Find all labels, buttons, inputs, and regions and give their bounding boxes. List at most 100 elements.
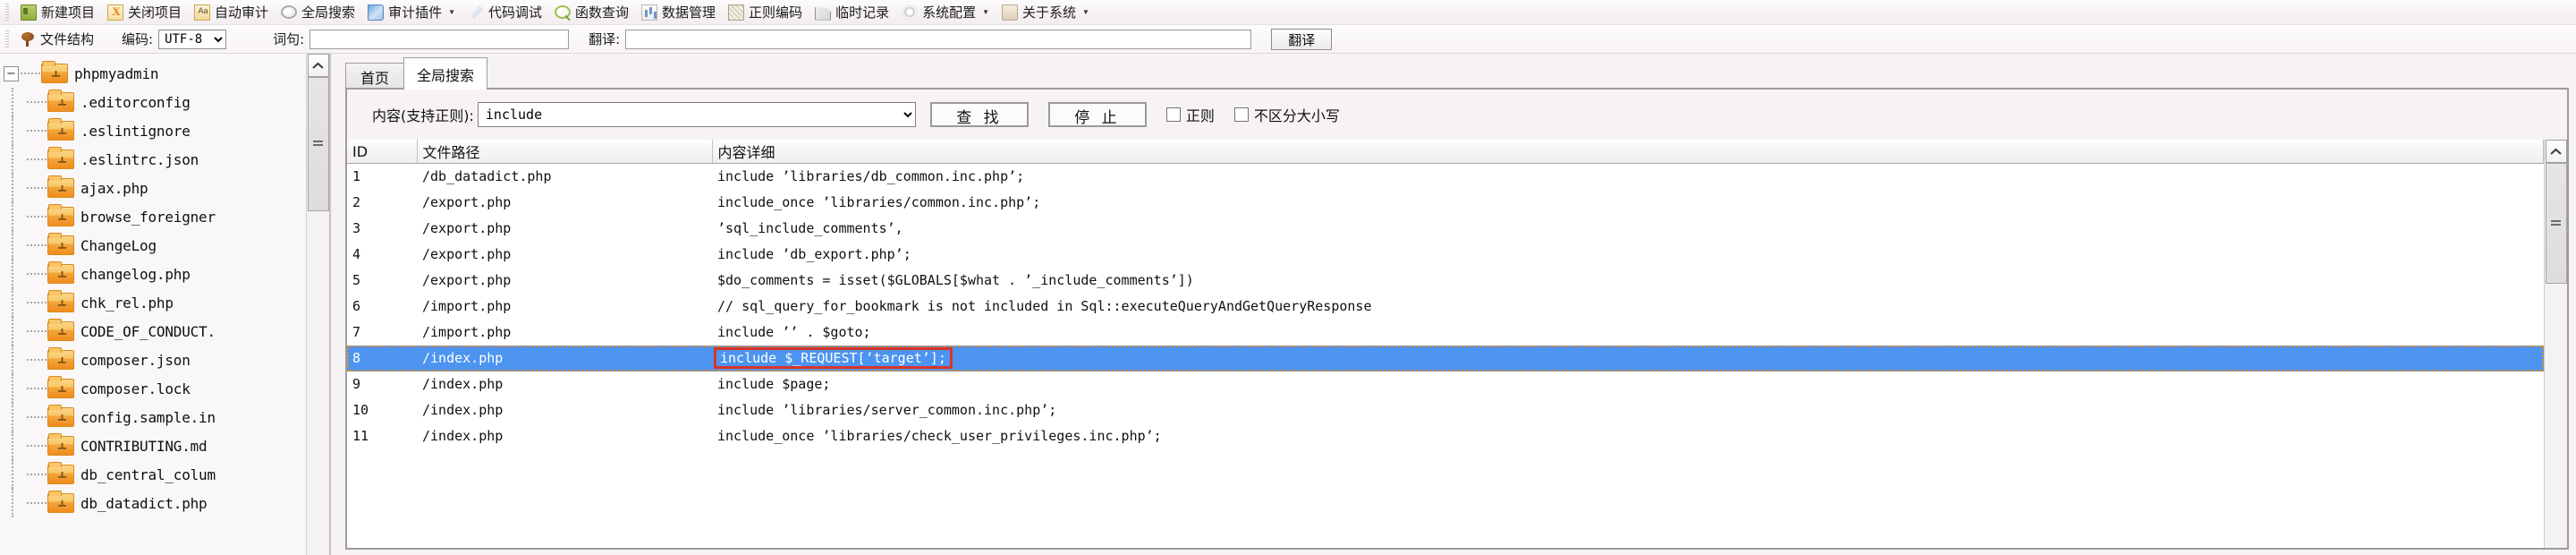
cell-detail: include ’’ . $goto; (717, 324, 871, 340)
table-row[interactable]: 4/export.php include ’db_export.php’; (347, 242, 2544, 268)
file-structure-button[interactable]: 文件结构 (14, 28, 100, 51)
stop-button[interactable]: 停 止 (1047, 102, 1147, 127)
results-scroll-track[interactable] (2545, 284, 2567, 548)
encoding-select[interactable]: UTF-8 (158, 29, 227, 49)
toolbar-item-label: 正则编码 (749, 4, 803, 21)
table-row[interactable]: 6/import.php // sql_query_for_bookmark is… (347, 294, 2544, 320)
column-header-id[interactable]: ID (347, 140, 418, 164)
tree-node[interactable]: composer.lock (4, 374, 306, 403)
tree-node[interactable]: changelog.php (4, 260, 306, 288)
tree-node[interactable]: config.sample.in (4, 403, 306, 431)
results-scroll-up-icon[interactable] (2545, 140, 2567, 163)
toolbar-item-1[interactable]: 新建项目 (14, 1, 101, 24)
tree-icon (21, 31, 35, 47)
toolbar-item-label: 函数查询 (575, 4, 630, 21)
tree-node-label: ChangeLog (80, 236, 157, 254)
tree-node[interactable]: ajax.php (4, 174, 306, 202)
highlight-annotation-box: include $_REQUEST[’target’]; (714, 347, 953, 369)
ignorecase-checkbox[interactable]: 不区分大小写 (1233, 104, 1340, 125)
folder-icon (47, 347, 74, 370)
regex-checkbox[interactable]: 正则 (1165, 104, 1215, 125)
tree-node[interactable]: .eslintrc.json (4, 145, 306, 174)
table-row[interactable]: 2/export.php include_once ’libraries/comm… (347, 190, 2544, 216)
scroll-up-icon[interactable] (307, 54, 329, 77)
folder-icon (47, 233, 74, 255)
table-row[interactable]: 1/db_datadict.php include ’libraries/db_c… (347, 164, 2544, 190)
table-row[interactable]: 5/export.php $do_comments = isset($GLOBAL… (347, 268, 2544, 294)
tree-node-root[interactable]: − phpmyadmin (4, 59, 306, 88)
tree-node-label: db_datadict.php (80, 494, 208, 512)
tree-connector (27, 445, 47, 447)
tree-node-label: .editorconfig (80, 93, 191, 111)
table-row[interactable]: 3/export.php ’sql_include_comments’, (347, 216, 2544, 242)
scroll-thumb-grip-icon (2551, 219, 2561, 227)
table-row[interactable]: 11/index.php include_once ’libraries/chec… (347, 423, 2544, 449)
translate-button[interactable]: 翻译 (1271, 28, 1333, 50)
tree-node[interactable]: .editorconfig (4, 88, 306, 116)
ignorecase-checkbox-box[interactable] (1233, 107, 1249, 122)
file-tree-scroll-track[interactable] (307, 211, 329, 555)
tree-indent (4, 231, 27, 260)
tree-node[interactable]: CONTRIBUTING.md (4, 431, 306, 460)
toolbar-item-4[interactable]: 全局搜索 (275, 1, 361, 24)
scroll-thumb-grip-icon (313, 141, 323, 148)
regex-checkbox-box[interactable] (1165, 107, 1181, 122)
toolbar-item-12[interactable]: 关于系统 ▼ (996, 1, 1096, 24)
tree-node[interactable]: browse_foreigner (4, 202, 306, 231)
tree-node[interactable]: composer.json (4, 346, 306, 374)
toolbar-item-label: 临时记录 (835, 4, 890, 21)
cell-detail: // sql_query_for_bookmark is not include… (717, 298, 1372, 314)
tab-2[interactable]: 全局搜索 (403, 57, 488, 90)
toolbar-item-10[interactable]: 临时记录 (809, 1, 895, 24)
chevron-down-icon[interactable]: ▼ (448, 8, 455, 16)
toolbar-item-2[interactable]: 关闭项目 (101, 1, 188, 24)
tree-node[interactable]: chk_rel.php (4, 288, 306, 317)
column-header-detail[interactable]: 内容详细 (712, 140, 2544, 164)
translate-input[interactable] (625, 29, 1252, 49)
secondary-toolbar-drag-grip[interactable] (5, 30, 9, 48)
file-tree-list: − phpmyadmin .editorconfig .eslintignore .es… (0, 54, 306, 555)
tree-node[interactable]: ChangeLog (4, 231, 306, 260)
tree-node[interactable]: .eslintignore (4, 116, 306, 145)
toolbar-item-7[interactable]: 函数查询 (548, 1, 635, 24)
find-button[interactable]: 查 找 (929, 102, 1029, 127)
toolbar-item-label: 审计插件 (388, 4, 443, 21)
tree-connector (27, 273, 47, 275)
folder-icon (47, 319, 74, 341)
table-row[interactable]: 10/index.php include ’libraries/server_co… (347, 397, 2544, 423)
tree-connector (27, 130, 47, 132)
results-scrollbar[interactable] (2544, 140, 2567, 548)
ignorecase-checkbox-label: 不区分大小写 (1253, 107, 1340, 124)
phrase-input[interactable] (309, 29, 570, 49)
main-area: − phpmyadmin .editorconfig .eslintignore .es… (0, 54, 2576, 555)
toolbar-item-8[interactable]: 数据管理 (635, 1, 722, 24)
file-tree-scroll-thumb[interactable] (307, 77, 329, 211)
toolbar-item-6[interactable]: 代码调试 (462, 1, 548, 24)
toolbar-item-5[interactable]: 审计插件 ▼ (361, 1, 462, 24)
chevron-down-icon[interactable]: ▼ (982, 8, 989, 16)
table-row[interactable]: 9/index.php include $page; (347, 371, 2544, 397)
content-search-select[interactable]: include (477, 102, 916, 127)
results-table: ID 文件路径 内容详细 1/db_datadict.php include ’l… (347, 140, 2544, 449)
secondary-toolbar: 文件结构 编码: UTF-8 词句: 翻译: 翻译 (0, 25, 2576, 54)
toolbar-item-9[interactable]: 正则编码 (722, 1, 809, 24)
results-grid[interactable]: ID 文件路径 内容详细 1/db_datadict.php include ’l… (347, 140, 2544, 548)
cell-path: /export.php (422, 194, 512, 210)
chevron-up-icon (312, 62, 324, 69)
cell-id: 2 (352, 194, 361, 210)
toolbar-item-3[interactable]: 自动审计 (188, 1, 275, 24)
chevron-down-icon[interactable]: ▼ (1082, 8, 1089, 16)
toolbar-drag-grip[interactable] (5, 3, 9, 21)
tree-indent (4, 431, 27, 460)
tree-node[interactable]: db_central_colum (4, 460, 306, 489)
table-row[interactable]: 7/import.php include ’’ . $goto; (347, 320, 2544, 346)
file-tree-scrollbar[interactable] (306, 54, 329, 555)
tree-node[interactable]: CODE_OF_CONDUCT. (4, 317, 306, 346)
table-row[interactable]: 8/index.php include $_REQUEST[’target’]; (347, 345, 2544, 371)
toolbar-item-11[interactable]: 系统配置 ▼ (895, 1, 996, 24)
results-scroll-thumb[interactable] (2545, 163, 2567, 284)
tab-1[interactable]: 首页 (345, 63, 404, 90)
tree-expander-icon[interactable]: − (4, 65, 19, 81)
column-header-path[interactable]: 文件路径 (417, 140, 713, 164)
tree-node[interactable]: db_datadict.php (4, 489, 306, 517)
